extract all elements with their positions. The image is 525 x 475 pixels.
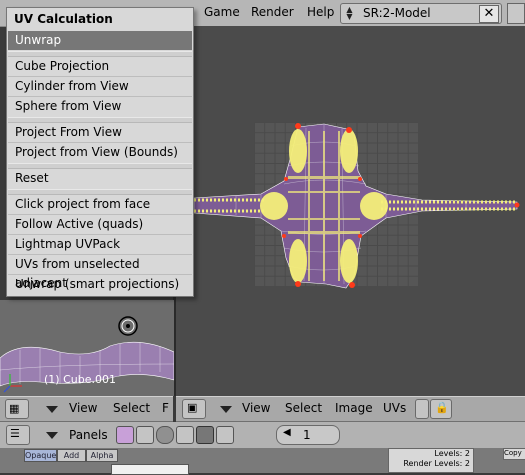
buttons-panel: Opaque Add Alpha Levels: 2 Render Levels… [0,448,525,475]
menu-select-3d[interactable]: Select [113,401,150,415]
menu-item-reset[interactable]: Reset [8,169,192,188]
collapse-menu-icon-uv[interactable] [220,406,232,413]
editing-icon[interactable] [196,426,214,444]
scene-delete-button[interactable]: ✕ [479,5,499,23]
object-label: (1) Cube.001 [44,373,116,386]
color-swatch[interactable] [111,464,189,475]
uv-mesh[interactable] [176,26,525,396]
tab-opaque[interactable]: Opaque [24,449,57,462]
copy-button[interactable]: Copy [503,448,525,460]
editor-type-button[interactable]: ▦ [5,399,29,419]
tab-add[interactable]: Add [57,449,86,462]
buttons-editor-type-button[interactable]: ☰ [6,425,30,445]
menu-item-uvs-from-unselected-adjacent[interactable]: UVs from unselected adjacent [8,255,192,290]
menu-view-3d[interactable]: View [69,401,97,415]
shading-icon[interactable] [116,426,134,444]
menu-image-uv[interactable]: Image [335,401,373,415]
menu-item-cube-projection[interactable]: Cube Projection [8,57,192,76]
panels-label[interactable]: Panels [69,428,108,442]
scene-arrows-icon[interactable]: ▲ ▼ [343,6,356,21]
uv-editor-header: ▣ View Select Image UVs 🔒 [176,396,525,422]
menu-help[interactable]: Help [307,5,334,19]
menu-item-follow-active-quads[interactable]: Follow Active (quads) [8,215,192,234]
lock-icon[interactable]: 🔒 [430,399,452,419]
menu-item-unwrap-smart-projections[interactable]: Unwrap (smart projections) [8,275,192,294]
scene-selector[interactable]: ▲ ▼ SR:2-Model ✕ [340,3,502,24]
menu-select-uv[interactable]: Select [285,401,322,415]
page-number[interactable]: 1 [303,428,311,442]
subsurf-levels[interactable]: Levels: 2 Render Levels: 2 [388,448,474,473]
uv-editor-view[interactable] [176,26,525,396]
list-icon: ☰ [10,427,20,440]
3d-viewport[interactable]: (1) Cube.001 [0,300,174,396]
menu-item-unwrap[interactable]: Unwrap [8,31,192,50]
levels-field[interactable]: Levels: 2 [389,449,470,459]
buttons-header: ☰ Panels ◀ 1 [0,422,525,448]
menu-title: UV Calculation [14,12,113,26]
image-editor-icon: ▣ [187,401,198,414]
physics-icon[interactable] [176,426,194,444]
menu-uvs[interactable]: UVs [383,401,406,415]
menu-render[interactable]: Render [251,5,294,19]
uv-calculation-menu: UV Calculation Unwrap Cube Projection Cy… [6,7,194,297]
context-icons [116,426,236,444]
collapse-menu-icon-buttons[interactable] [46,432,58,439]
object-icon[interactable] [136,426,154,444]
lock-glyph: 🔒 [435,401,449,414]
menu-game[interactable]: Game [204,5,240,19]
scene-name[interactable]: SR:2-Model [363,6,431,20]
menu-item-cylinder-from-view[interactable]: Cylinder from View [8,77,192,96]
menu-item-lightmap-uvpack[interactable]: Lightmap UVPack [8,235,192,254]
pivot-arrows-icon[interactable] [415,399,429,419]
screen-close-button[interactable] [507,3,525,24]
material-icon[interactable] [156,426,174,444]
collapse-menu-icon[interactable] [46,406,58,413]
decrement-icon[interactable]: ◀ [283,427,291,438]
menu-view-uv[interactable]: View [242,401,270,415]
menu-item-project-from-view[interactable]: Project From View [8,123,192,142]
grid-icon: ▦ [9,402,20,415]
tab-alpha[interactable]: Alpha [86,449,118,462]
3d-view-header: ▦ View Select F [0,396,173,422]
menu-item-project-from-view-bounds[interactable]: Project from View (Bounds) [8,143,192,162]
render-levels-field[interactable]: Render Levels: 2 [389,459,470,469]
menu-item-sphere-from-view[interactable]: Sphere from View [8,97,192,116]
menu-object-3d[interactable]: F [162,401,169,415]
scene-icon[interactable] [216,426,234,444]
page-number-field[interactable]: ◀ 1 [276,425,340,445]
menu-item-click-project-from-face[interactable]: Click project from face [8,195,192,214]
uv-editor-type-button[interactable]: ▣ [182,399,206,419]
